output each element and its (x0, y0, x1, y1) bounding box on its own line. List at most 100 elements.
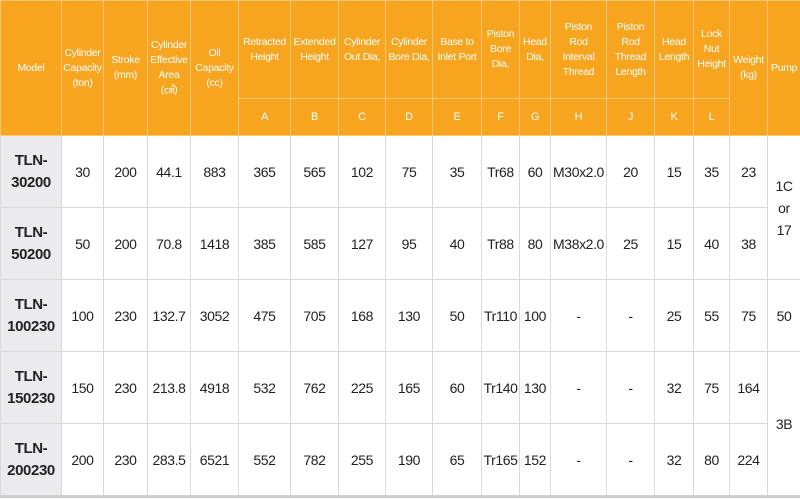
value-cell: 200 (61, 423, 104, 498)
value-cell: - (606, 423, 655, 498)
value-cell: 75 (385, 135, 433, 208)
value-cell: 80 (693, 423, 730, 498)
value-cell: 60 (519, 135, 551, 208)
column-header: Weight (kg) (729, 0, 768, 136)
value-cell: 213.8 (147, 351, 191, 424)
value-cell: 40 (693, 207, 730, 280)
model-cell: TLN- 150230 (0, 351, 62, 424)
value-cell: 532 (238, 351, 291, 424)
value-cell: 60 (432, 351, 482, 424)
value-cell: 100 (61, 279, 104, 352)
table-row: TLN- 100230 100 230 132.7 3052 475 705 168 130 50 T… (0, 279, 800, 352)
pump-cell: 1C or 17 (767, 135, 800, 280)
value-cell: 200 (103, 207, 148, 280)
value-cell: Tr140 (481, 351, 520, 424)
value-cell: 75 (693, 351, 730, 424)
column-letter: G (519, 98, 551, 136)
value-cell: - (550, 423, 607, 498)
value-cell: Tr88 (481, 207, 520, 280)
value-cell: 883 (190, 135, 239, 208)
column-header: Model (0, 0, 62, 136)
value-cell: 32 (654, 351, 694, 424)
column-letter: H (550, 98, 607, 136)
value-cell: 132.7 (147, 279, 191, 352)
value-cell: 130 (385, 279, 433, 352)
value-cell: 565 (290, 135, 339, 208)
value-cell: M38x2.0 (550, 207, 607, 280)
value-cell: 32 (654, 423, 694, 498)
value-cell: 552 (238, 423, 291, 498)
column-header: Lock Nut Height (693, 0, 730, 99)
column-header: Cylinder Effective Area (㎠) (147, 0, 191, 136)
column-letter: J (606, 98, 655, 136)
value-cell: 38 (729, 207, 768, 280)
value-cell: 225 (338, 351, 386, 424)
column-letter: B (290, 98, 339, 136)
value-cell: 365 (238, 135, 291, 208)
value-cell: 35 (432, 135, 482, 208)
column-header: Cylinder Bore Dia, (385, 0, 433, 99)
value-cell: - (550, 351, 607, 424)
value-cell: 20 (606, 135, 655, 208)
value-cell: 150 (61, 351, 104, 424)
column-header: Piston Rod Interval Thread (550, 0, 607, 99)
column-letter: A (238, 98, 291, 136)
model-cell: TLN- 50200 (0, 207, 62, 280)
value-cell: 475 (238, 279, 291, 352)
value-cell: 230 (103, 279, 148, 352)
value-cell: M30x2.0 (550, 135, 607, 208)
value-cell: Tr110 (481, 279, 520, 352)
model-cell: TLN- 100230 (0, 279, 62, 352)
value-cell: 255 (338, 423, 386, 498)
value-cell: 3052 (190, 279, 239, 352)
table-row: TLN- 200230 200 230 283.5 6521 552 782 255 190 65 T… (0, 423, 800, 498)
value-cell: 283.5 (147, 423, 191, 498)
value-cell: 6521 (190, 423, 239, 498)
column-header: Head Length (654, 0, 694, 99)
value-cell: 35 (693, 135, 730, 208)
value-cell: 152 (519, 423, 551, 498)
value-cell: 200 (103, 135, 148, 208)
value-cell: - (606, 279, 655, 352)
spec-table: Model Cylinder Capacity (ton) Stroke (mm) Cyli… (0, 0, 800, 498)
value-cell: Tr165 (481, 423, 520, 498)
column-header: Cylinder Capacity (ton) (61, 0, 104, 136)
value-cell: 50 (61, 207, 104, 280)
value-cell: - (550, 279, 607, 352)
column-letter: E (432, 98, 482, 136)
pump-cell: 3B (767, 351, 800, 498)
column-header: Piston Rod Thread Length (606, 0, 655, 99)
value-cell: 782 (290, 423, 339, 498)
column-header: Stroke (mm) (103, 0, 148, 136)
model-cell: TLN- 30200 (0, 135, 62, 208)
table-row: TLN- 50200 50 200 70.8 1418 385 585 127 95 40 Tr88 8… (0, 207, 800, 280)
value-cell: 190 (385, 423, 433, 498)
column-header: Extended Height (290, 0, 339, 99)
column-letter: C (338, 98, 386, 136)
value-cell: 585 (290, 207, 339, 280)
value-cell: 25 (654, 279, 694, 352)
value-cell: 30 (61, 135, 104, 208)
value-cell: 168 (338, 279, 386, 352)
value-cell: 165 (385, 351, 433, 424)
value-cell: 230 (103, 351, 148, 424)
value-cell: 224 (729, 423, 768, 498)
column-header: Pump (767, 0, 800, 136)
value-cell: Tr68 (481, 135, 520, 208)
value-cell: 100 (519, 279, 551, 352)
value-cell: 80 (519, 207, 551, 280)
value-cell: 55 (693, 279, 730, 352)
value-cell: 164 (729, 351, 768, 424)
value-cell: 40 (432, 207, 482, 280)
value-cell: 23 (729, 135, 768, 208)
value-cell: 4918 (190, 351, 239, 424)
pump-cell: 50 (767, 279, 800, 352)
value-cell: 15 (654, 135, 694, 208)
column-header: Retracted Height (238, 0, 291, 99)
value-cell: 230 (103, 423, 148, 498)
value-cell: 1418 (190, 207, 239, 280)
value-cell: 25 (606, 207, 655, 280)
value-cell: 95 (385, 207, 433, 280)
column-letter: L (693, 98, 730, 136)
value-cell: 15 (654, 207, 694, 280)
